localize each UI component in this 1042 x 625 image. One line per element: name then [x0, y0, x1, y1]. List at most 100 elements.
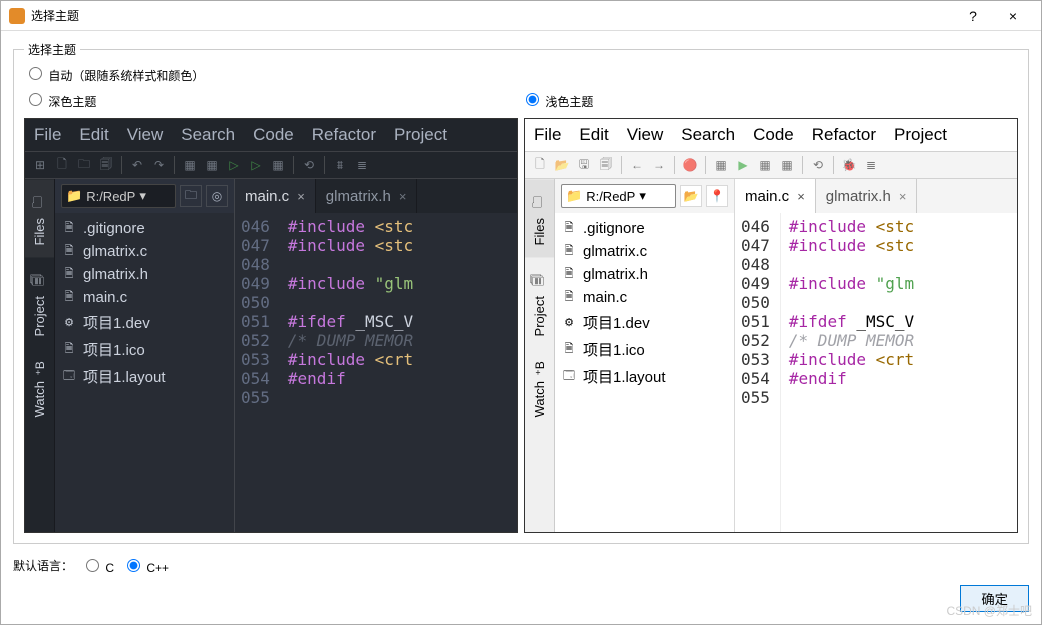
- editor-tab-glmatrix-h[interactable]: glmatrix.h×: [316, 179, 418, 213]
- locate-button[interactable]: 📍: [706, 185, 728, 207]
- file-item[interactable]: 🗎glmatrix.c: [561, 240, 728, 263]
- toolbar-button[interactable]: 🔴: [681, 156, 699, 174]
- toolbar-button[interactable]: ▦: [203, 156, 221, 174]
- toolbar-button[interactable]: ▷: [247, 156, 265, 174]
- close-icon[interactable]: ×: [797, 189, 805, 204]
- radio-lang-cpp-input[interactable]: [127, 559, 140, 572]
- menu-file[interactable]: File: [25, 121, 70, 149]
- toolbar-button[interactable]: ▦: [181, 156, 199, 174]
- toolbar-button[interactable]: →: [650, 156, 668, 174]
- lines-light: #include <stc#include <stc #include "glm…: [781, 213, 914, 532]
- file-item[interactable]: 🗎main.c: [561, 286, 728, 309]
- toolbar-button[interactable]: ≣: [353, 156, 371, 174]
- separator: [674, 156, 675, 174]
- close-icon[interactable]: ×: [899, 189, 907, 204]
- close-icon[interactable]: ×: [399, 189, 407, 204]
- editor-tab-glmatrix-h[interactable]: glmatrix.h×: [816, 179, 918, 213]
- file-item[interactable]: 🗎项目1.ico: [61, 336, 228, 363]
- sidetab-files[interactable]: Files🗀: [525, 179, 554, 257]
- file-item[interactable]: 🗎.gitignore: [61, 217, 228, 240]
- close-icon[interactable]: ×: [297, 189, 305, 204]
- file-icon: 🗎: [561, 267, 577, 283]
- file-item[interactable]: 🗔项目1.layout: [561, 363, 728, 390]
- radio-auto-input[interactable]: [29, 67, 42, 80]
- menu-edit[interactable]: Edit: [570, 121, 617, 149]
- toolbar-button[interactable]: ▦: [712, 156, 730, 174]
- toolbar-button[interactable]: ▶: [734, 156, 752, 174]
- close-button[interactable]: ×: [993, 8, 1033, 24]
- toolbar-button[interactable]: ⟲: [300, 156, 318, 174]
- radio-auto[interactable]: 自动（跟随系统样式和颜色）: [24, 69, 204, 83]
- toolbar-button[interactable]: ↷: [150, 156, 168, 174]
- menu-code[interactable]: Code: [244, 121, 303, 149]
- radio-dark[interactable]: 深色主题: [24, 90, 96, 110]
- file-icon: 🗎: [61, 290, 77, 306]
- file-icon: 🗎: [561, 342, 577, 358]
- toolbar-button[interactable]: ←: [628, 156, 646, 174]
- file-item[interactable]: ⚙项目1.dev: [561, 309, 728, 336]
- open-folder-button[interactable]: 🗀: [180, 185, 202, 207]
- button-bar: 确定: [1, 579, 1041, 624]
- radio-light-input[interactable]: [526, 93, 539, 106]
- toolbar-button[interactable]: ⩩: [331, 156, 349, 174]
- radio-lang-c[interactable]: C: [81, 556, 114, 575]
- menu-view[interactable]: View: [118, 121, 173, 149]
- path-box-dark[interactable]: 📁 R:/RedP ▾: [61, 184, 176, 208]
- menu-file[interactable]: File: [525, 121, 570, 149]
- menu-search[interactable]: Search: [172, 121, 244, 149]
- path-box-light[interactable]: 📁 R:/RedP ▾: [561, 184, 676, 208]
- toolbar-button[interactable]: ▦: [778, 156, 796, 174]
- toolbar-button[interactable]: ↶: [128, 156, 146, 174]
- toolbar-button[interactable]: ▦: [269, 156, 287, 174]
- radio-dark-input[interactable]: [29, 93, 42, 106]
- toolbar-button[interactable]: 🐞: [840, 156, 858, 174]
- radio-dark-label: 深色主题: [48, 95, 96, 109]
- menu-refactor[interactable]: Refactor: [303, 121, 385, 149]
- ok-button[interactable]: 确定: [960, 585, 1029, 612]
- file-panel-light: 📁 R:/RedP ▾ 📂 📍 🗎.gitignore🗎glmatrix.c🗎g…: [555, 179, 735, 532]
- menu-code[interactable]: Code: [744, 121, 803, 149]
- menu-edit[interactable]: Edit: [70, 121, 117, 149]
- menu-view[interactable]: View: [618, 121, 673, 149]
- help-button[interactable]: ?: [953, 8, 993, 24]
- menu-search[interactable]: Search: [672, 121, 744, 149]
- toolbar-button[interactable]: ≣: [862, 156, 880, 174]
- file-item[interactable]: ⚙项目1.dev: [61, 309, 228, 336]
- sidetab-watch[interactable]: Watch⁺B: [525, 349, 554, 429]
- file-item[interactable]: 🗎glmatrix.c: [61, 240, 228, 263]
- file-item[interactable]: 🗎项目1.ico: [561, 336, 728, 363]
- menu-project[interactable]: Project: [885, 121, 956, 149]
- toolbar-button[interactable]: 🗐: [97, 156, 115, 174]
- file-item[interactable]: 🗎glmatrix.h: [61, 263, 228, 286]
- toolbar-button[interactable]: 📂: [553, 156, 571, 174]
- sidetab-project[interactable]: Project🗐: [25, 257, 54, 348]
- file-icon: 🗎: [61, 244, 77, 260]
- toolbar-button[interactable]: ⟲: [809, 156, 827, 174]
- radio-lang-c-input[interactable]: [86, 559, 99, 572]
- editor-tab-main-c[interactable]: main.c×: [735, 179, 816, 213]
- file-item[interactable]: 🗎main.c: [61, 286, 228, 309]
- toolbar-button[interactable]: 🗀: [75, 156, 93, 174]
- file-item[interactable]: 🗎.gitignore: [561, 217, 728, 240]
- radio-light[interactable]: 浅色主题: [521, 90, 593, 110]
- radio-lang-cpp[interactable]: C++: [122, 556, 169, 575]
- toolbar-button[interactable]: ▷: [225, 156, 243, 174]
- sidetab-project[interactable]: Project🗐: [525, 257, 554, 348]
- open-folder-button[interactable]: 📂: [680, 185, 702, 207]
- toolbar-button[interactable]: 🖫: [575, 156, 593, 174]
- toolbar-button[interactable]: 🗐: [597, 156, 615, 174]
- toolbar-button[interactable]: ▦: [756, 156, 774, 174]
- sidetab-watch[interactable]: Watch⁺B: [25, 349, 54, 429]
- file-item[interactable]: 🗎glmatrix.h: [561, 263, 728, 286]
- sidetab-files[interactable]: Files🗀: [25, 179, 54, 257]
- toolbar-button[interactable]: 🗋: [531, 156, 549, 174]
- file-item[interactable]: 🗔项目1.layout: [61, 363, 228, 390]
- radio-auto-row: 自动（跟随系统样式和颜色）: [24, 64, 1018, 86]
- locate-button[interactable]: ◎: [206, 185, 228, 207]
- toolbar-button[interactable]: 🗋: [53, 156, 71, 174]
- default-lang-label: 默认语言：: [13, 557, 73, 574]
- menu-refactor[interactable]: Refactor: [803, 121, 885, 149]
- editor-tab-main-c[interactable]: main.c×: [235, 179, 316, 213]
- toolbar-button[interactable]: ⊞: [31, 156, 49, 174]
- menu-project[interactable]: Project: [385, 121, 456, 149]
